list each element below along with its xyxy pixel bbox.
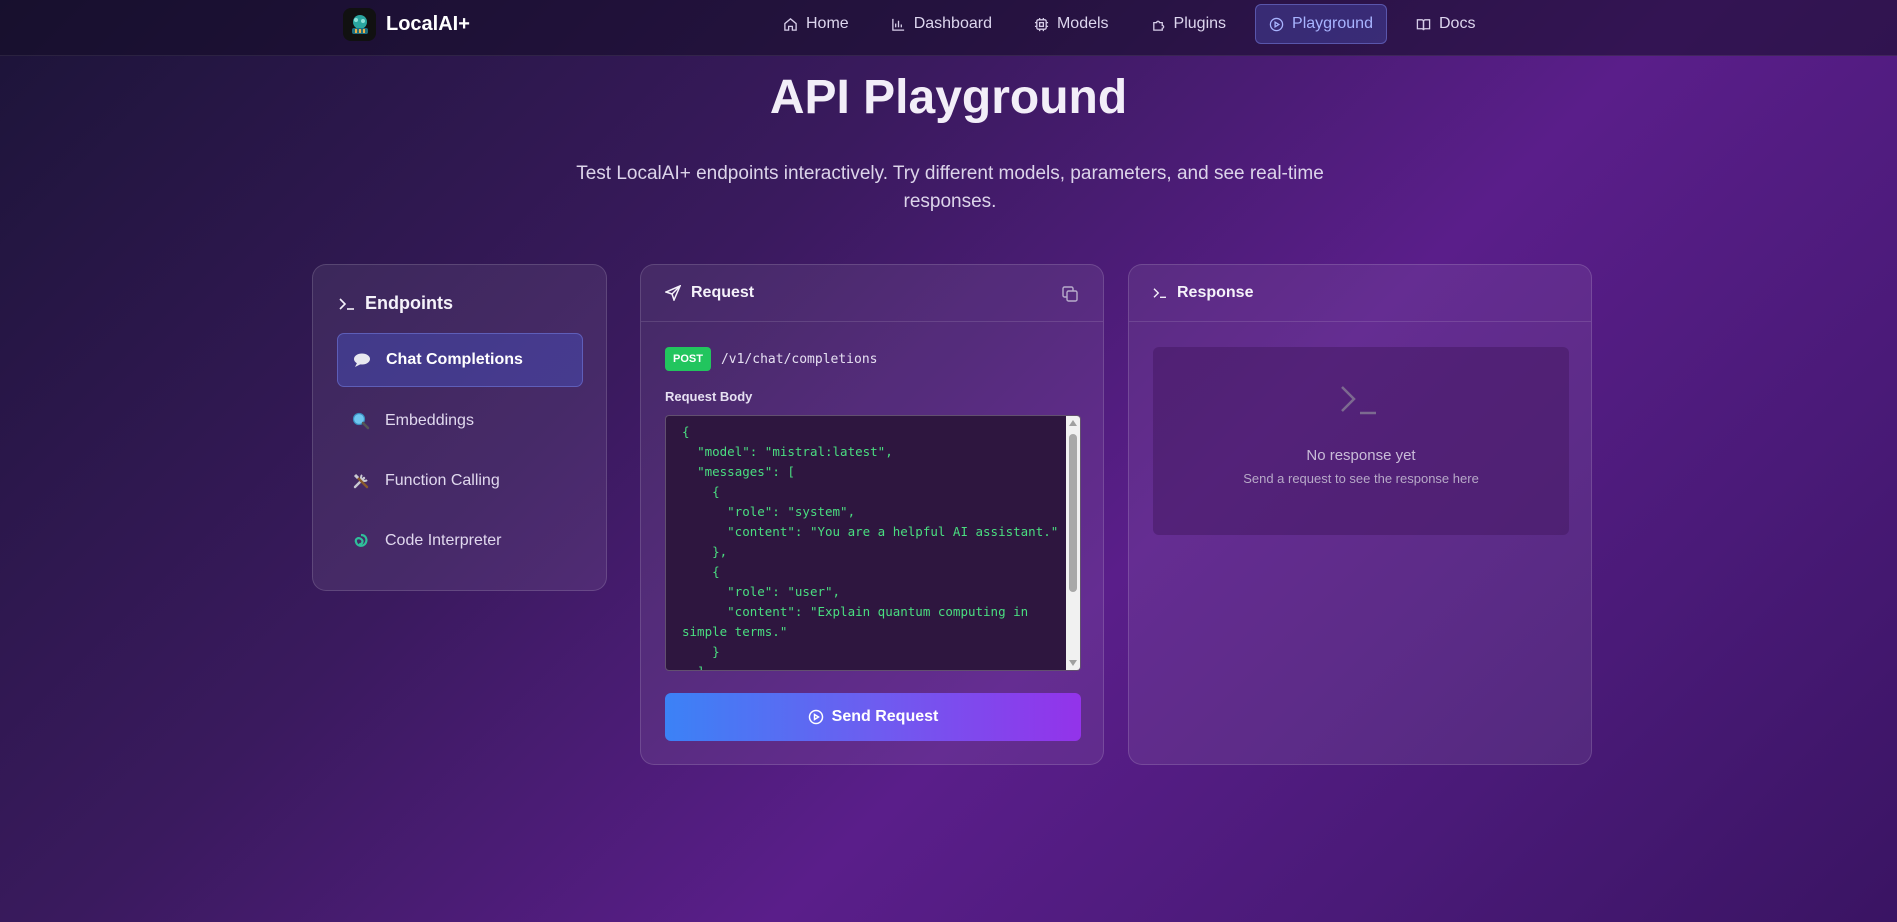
request-header: Request	[641, 265, 1103, 322]
scroll-thumb[interactable]	[1069, 434, 1077, 592]
send-request-button[interactable]: Send Request	[665, 693, 1081, 741]
endpoints-header: Endpoints	[339, 293, 453, 314]
cpu-icon	[1034, 17, 1049, 31]
nav-item-playground[interactable]: Playground	[1255, 4, 1387, 44]
request-body-editor[interactable]: { "model": "mistral:latest", "messages":…	[665, 415, 1081, 671]
play-circle-icon	[1269, 17, 1284, 31]
nav-item-label: Plugins	[1173, 15, 1227, 32]
copy-icon[interactable]	[1061, 285, 1079, 303]
request-body-label: Request Body	[665, 389, 753, 404]
tools-icon	[351, 471, 371, 491]
empty-state-title: No response yet	[1306, 447, 1416, 464]
request-body-text[interactable]: { "model": "mistral:latest", "messages":…	[682, 422, 1062, 670]
send-request-label: Send Request	[831, 708, 939, 725]
nav-item-dashboard[interactable]: Dashboard	[878, 4, 1005, 44]
nav-item-label: Models	[1056, 15, 1109, 32]
brand-logo-icon	[343, 8, 376, 41]
nav-item-label: Playground	[1292, 15, 1373, 32]
nav-item-plugins[interactable]: Plugins	[1138, 4, 1239, 44]
scroll-up-icon[interactable]	[1069, 420, 1077, 426]
nav-item-label: Home	[806, 15, 849, 32]
puzzle-icon	[1152, 20, 1164, 31]
endpoint-item-code-interpreter[interactable]: Code Interpreter	[337, 514, 583, 568]
endpoint-item-label: Embeddings	[385, 412, 474, 429]
nav-item-label: Docs	[1438, 15, 1476, 32]
request-title: Request	[691, 284, 755, 301]
loop-icon	[351, 531, 371, 551]
endpoint-item-chat-completions[interactable]: Chat Completions	[337, 333, 583, 387]
terminal-icon	[1338, 381, 1378, 426]
endpoint-item-function-calling[interactable]: Function Calling	[337, 454, 583, 508]
endpoint-line: POST /v1/chat/completions	[665, 347, 878, 371]
book-icon	[1416, 18, 1431, 30]
endpoints-panel: Endpoints Chat Completions Embeddings Fu…	[312, 264, 607, 591]
play-circle-icon	[808, 709, 823, 725]
request-panel: Request POST /v1/chat/completions Reques…	[640, 264, 1104, 765]
endpoint-path: /v1/chat/completions	[720, 351, 878, 367]
page-subtitle: Test LocalAI+ endpoints interactively. T…	[576, 163, 1324, 212]
home-icon	[784, 17, 797, 31]
nav-item-home[interactable]: Home	[770, 4, 862, 44]
response-panel: Response No response yet Send a request …	[1128, 264, 1592, 765]
brand[interactable]: LocalAI+	[343, 8, 470, 41]
response-empty-state: No response yet Send a request to see th…	[1153, 347, 1569, 535]
nav-item-models[interactable]: Models	[1021, 4, 1122, 44]
endpoints-title: Endpoints	[365, 293, 453, 313]
main-nav: Home Dashboard Models Plugins Playground…	[770, 4, 1504, 44]
bar-chart-icon	[891, 18, 904, 31]
scroll-down-icon[interactable]	[1069, 660, 1077, 666]
empty-state-subtitle: Send a request to see the response here	[1243, 471, 1479, 486]
method-badge: POST	[665, 347, 711, 371]
endpoint-item-embeddings[interactable]: Embeddings	[337, 394, 583, 448]
terminal-icon	[1153, 288, 1166, 298]
response-header: Response	[1129, 265, 1591, 322]
send-icon	[665, 285, 681, 301]
nav-item-docs[interactable]: Docs	[1403, 4, 1488, 44]
nav-item-label: Dashboard	[913, 15, 992, 32]
brand-name: LocalAI+	[386, 13, 470, 35]
editor-scrollbar[interactable]	[1066, 416, 1080, 670]
endpoint-item-label: Function Calling	[385, 472, 500, 489]
endpoint-item-label: Code Interpreter	[385, 532, 502, 549]
page-title: API Playground	[769, 71, 1128, 124]
response-title: Response	[1177, 284, 1254, 301]
terminal-icon	[339, 297, 354, 310]
top-navbar: LocalAI+ Home Dashboard Models Plugins P…	[0, 0, 1897, 56]
speech-bubble-icon	[352, 350, 372, 370]
magnifier-icon	[351, 411, 371, 431]
endpoint-item-label: Chat Completions	[386, 351, 523, 368]
